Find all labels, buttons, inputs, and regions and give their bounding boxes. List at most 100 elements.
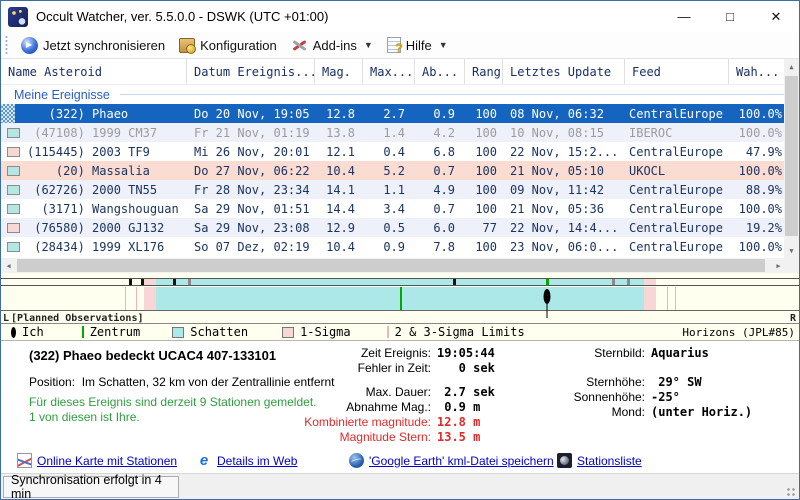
- sky-conditions-block: Sternbild: Aquarius Sternhöhe: 29° SW Sonne…: [553, 345, 793, 419]
- station-tick[interactable]: [172, 279, 176, 285]
- maximize-button[interactable]: □: [707, 1, 753, 32]
- event-row[interactable]: (115445) 2003 TF9 Mi 26 Nov, 20:01 12.1 0.4…: [1, 142, 799, 161]
- cell-wah: 100.0%: [738, 125, 782, 140]
- cell-ab: 0.9: [433, 106, 455, 121]
- band-segment-sigma1: [644, 287, 657, 310]
- column-header[interactable]: Rang: [465, 59, 503, 84]
- me-marker-icon: [11, 326, 16, 338]
- scroll-up-icon[interactable]: ▲: [784, 59, 799, 74]
- event-row[interactable]: (76580) 2000 GJ132 Sa 29 Nov, 23:08 12.9 0.…: [1, 218, 799, 237]
- cell-max: 1.1: [383, 182, 405, 197]
- station-tick[interactable]: [140, 279, 144, 285]
- event-row[interactable]: (3171) Wangshouguan Sa 29 Nov, 01:51 14.4 3…: [1, 199, 799, 218]
- detail-label: Mond:: [611, 404, 645, 419]
- sigma-limit-line: [666, 287, 668, 310]
- column-header[interactable]: Mag.: [315, 59, 363, 84]
- station-list-link[interactable]: Stationsliste: [557, 453, 642, 468]
- status-bar: Synchronisation erfolgt in 4 min: [1, 473, 799, 499]
- close-button[interactable]: ✕: [753, 1, 799, 32]
- detail-label: Kombinierte magnitude:: [304, 414, 431, 429]
- google-earth-kml-link[interactable]: 'Google Earth' kml-Datei speichern: [349, 453, 554, 468]
- legend-schatten: Schatten: [190, 325, 249, 339]
- band-segment-sigma1: [143, 279, 156, 285]
- shadow-swatch-icon: [172, 326, 185, 338]
- event-row[interactable]: (47108) 1999 CM37 Fr 21 Nov, 01:19 13.8 1.4…: [1, 123, 799, 142]
- vertical-scroll-thumb[interactable]: [785, 76, 798, 236]
- station-tick[interactable]: [452, 279, 456, 285]
- band-segment-sigma1: [644, 279, 657, 285]
- cell-update: 10 Nov, 08:15: [510, 125, 604, 140]
- cell-name: (322) Phaeo: [27, 106, 129, 121]
- configuration-icon: [179, 37, 197, 54]
- ephemeris-source-label: Horizons (JPL#85): [682, 325, 795, 339]
- cell-rang: 100: [475, 182, 497, 197]
- column-header[interactable]: Name Asteroid: [1, 59, 187, 84]
- resize-grip[interactable]: [786, 487, 796, 497]
- event-row[interactable]: (322) Phaeo Do 20 Nov, 19:05 12.8 2.7 0.9 100…: [1, 104, 799, 123]
- observations-strip[interactable]: [1, 278, 799, 286]
- addins-menu-button[interactable]: Add-ins ▼: [284, 35, 380, 55]
- vertical-scrollbar[interactable]: ▲ ▼: [784, 59, 799, 258]
- app-icon: [8, 6, 28, 27]
- column-header[interactable]: Wah...: [729, 59, 786, 84]
- minimize-button[interactable]: —: [661, 1, 707, 32]
- chevron-down-icon: ▼: [363, 40, 373, 50]
- legend-1sigma: 1-Sigma: [300, 325, 351, 339]
- cell-mag: 14.4: [326, 201, 355, 216]
- cell-datum: Do 27 Nov, 06:22: [194, 163, 310, 178]
- station-tick[interactable]: [187, 279, 191, 285]
- station-tick[interactable]: [626, 279, 630, 285]
- sigma-limit-line: [135, 287, 137, 310]
- browser-icon: e: [199, 452, 209, 469]
- column-header[interactable]: Max...: [363, 59, 415, 84]
- event-status-icon: [1, 161, 27, 180]
- event-status-icon: [1, 180, 27, 199]
- detail-label: Abnahme Mag.:: [346, 399, 431, 414]
- graph-legend: Ich Zentrum Schatten 1-Sigma 2 & 3-Sigma…: [1, 323, 799, 340]
- detail-row: Sternbild: Aquarius: [553, 345, 793, 360]
- horizontal-scroll-thumb[interactable]: [17, 259, 765, 272]
- horizontal-scrollbar[interactable]: ◀ ▶: [1, 258, 786, 273]
- cell-mag: 10.4: [326, 163, 355, 178]
- cell-max: 1.4: [383, 125, 405, 140]
- web-details-link[interactable]: e Details im Web: [196, 452, 298, 469]
- event-row[interactable]: (20) Massalia Do 27 Nov, 06:22 10.4 5.2 0.7 1…: [1, 161, 799, 180]
- help-menu-button[interactable]: Hilfe ▼: [380, 35, 455, 55]
- group-label: Meine Ereignisse: [14, 87, 110, 102]
- event-times-block: Zeit Ereignis: 19:05:44 Fehler in Zeit: 0 …: [253, 345, 513, 444]
- cell-mag: 12.1: [326, 144, 355, 159]
- scrollbar-corner: [784, 258, 799, 273]
- cell-update: 09 Nov, 11:42: [510, 182, 604, 197]
- detail-value: 2.7 sek: [437, 384, 495, 399]
- cell-ab: 4.2: [433, 125, 455, 140]
- window-title: Occult Watcher, ver. 5.5.0.0 - DSWK (UTC…: [36, 9, 329, 24]
- event-status-icon: [1, 104, 27, 123]
- column-header[interactable]: Ab...: [415, 59, 465, 84]
- addins-label: Add-ins: [312, 37, 357, 53]
- station-tick[interactable]: [546, 279, 550, 285]
- cell-mag: 14.1: [326, 182, 355, 197]
- station-tick[interactable]: [612, 279, 616, 285]
- column-header[interactable]: Datum Ereignis...: [187, 59, 315, 84]
- column-header[interactable]: Letztes Update: [503, 59, 625, 84]
- cell-mag: 13.8: [326, 125, 355, 140]
- online-map-link[interactable]: Online Karte mit Stationen: [17, 453, 177, 468]
- shadow-band[interactable]: [1, 287, 799, 318]
- google-earth-label: 'Google Earth' kml-Datei speichern: [369, 453, 554, 468]
- links-row: Online Karte mit Stationen e Details im …: [1, 451, 799, 473]
- sync-now-button[interactable]: Jetzt synchronisieren: [14, 35, 172, 56]
- group-header[interactable]: Meine Ereignisse: [1, 85, 799, 104]
- configuration-button[interactable]: Konfiguration: [172, 36, 284, 55]
- my-station-marker[interactable]: [543, 289, 551, 318]
- column-header[interactable]: Feed: [625, 59, 729, 84]
- legend-zentrum: Zentrum: [89, 325, 141, 339]
- cell-ab: 0.7: [433, 163, 455, 178]
- toolbar-grip[interactable]: [4, 35, 9, 55]
- event-row[interactable]: (62726) 2000 TN55 Fr 28 Nov, 23:34 14.1 1.1…: [1, 180, 799, 199]
- stations-icon: [557, 453, 572, 468]
- station-tick[interactable]: [128, 279, 132, 285]
- detail-label: Sonnenhöhe:: [573, 389, 645, 404]
- scroll-left-icon[interactable]: ◀: [1, 258, 16, 273]
- event-row[interactable]: (28434) 1999 XL176 So 07 Dez, 02:19 10.4 0.…: [1, 237, 799, 256]
- scroll-down-icon[interactable]: ▼: [784, 243, 799, 258]
